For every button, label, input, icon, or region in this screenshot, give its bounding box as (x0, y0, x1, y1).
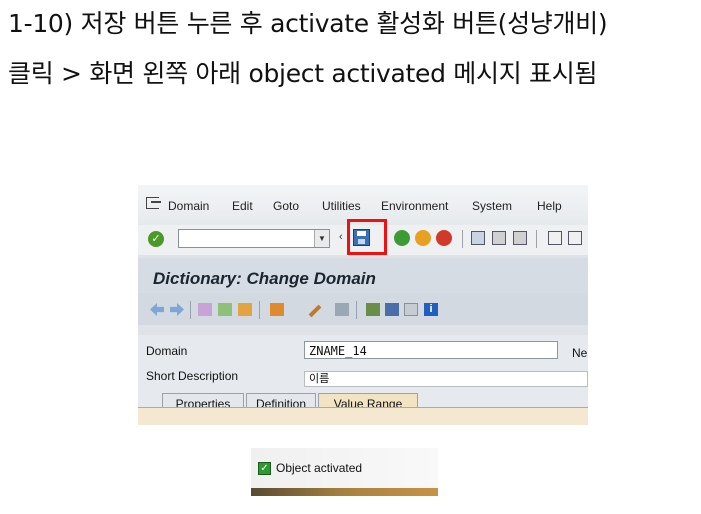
menu-help[interactable]: Help (537, 199, 562, 213)
short-description-label: Short Description (146, 369, 239, 383)
display-change-icon[interactable] (198, 303, 212, 316)
back-icon[interactable] (394, 230, 410, 246)
page-title: Dictionary: Change Domain (153, 269, 376, 288)
menu-environment[interactable]: Environment (381, 199, 448, 213)
exit-app-icon[interactable] (415, 230, 431, 246)
first-page-icon[interactable] (548, 231, 562, 245)
nav-back-icon[interactable] (150, 303, 164, 316)
activate-icon[interactable] (308, 304, 322, 318)
list-icon[interactable] (385, 303, 399, 316)
save-highlight-box (347, 219, 387, 255)
menu-edit[interactable]: Edit (232, 199, 253, 213)
menu-domain[interactable]: Domain (168, 199, 209, 213)
command-field[interactable]: ▼ (178, 229, 330, 248)
success-check-icon: ✓ (258, 462, 271, 475)
check-icon[interactable] (238, 303, 252, 316)
cancel-icon[interactable] (436, 230, 452, 246)
next-label: Ne (572, 346, 588, 360)
check-object-icon[interactable] (270, 303, 284, 316)
application-toolbar: i (138, 293, 588, 425)
caption-line-1: 1-10) 저장 버튼 누른 후 activate 활성화 버튼(성냥개비) (8, 9, 608, 38)
chevron-down-icon[interactable]: ▼ (314, 230, 329, 247)
caption-line-2: 클릭 > 화면 왼쪽 아래 object activated 메시지 표시됨 (8, 59, 598, 88)
short-description-field[interactable]: 이름 (304, 371, 588, 387)
menu-system[interactable]: System (472, 199, 512, 213)
layout-icon[interactable] (404, 303, 418, 316)
chevron-left-icon[interactable]: ‹ (339, 231, 343, 243)
separator (190, 301, 191, 319)
separator (536, 230, 537, 248)
menu-goto[interactable]: Goto (273, 199, 299, 213)
status-bar: ✓ Object activated (251, 448, 438, 496)
domain-field[interactable]: ZNAME_14 (304, 341, 558, 359)
tab-content (138, 407, 588, 425)
info-icon[interactable]: i (424, 303, 438, 316)
status-bottom-edge (251, 488, 438, 496)
separator (356, 301, 357, 319)
hierarchy-icon[interactable] (366, 303, 380, 316)
status-message[interactable]: Object activated (276, 461, 362, 475)
previous-page-icon[interactable] (568, 231, 582, 245)
separator (259, 301, 260, 319)
title-bar: Dictionary: Change Domain (138, 258, 588, 293)
sap-window: Domain Edit Goto Utilities Environment S… (138, 185, 588, 425)
find-next-icon[interactable] (513, 231, 527, 245)
print-icon[interactable] (471, 231, 485, 245)
enter-check-icon[interactable]: ✓ (148, 231, 164, 247)
exit-icon[interactable] (146, 197, 161, 209)
domain-label: Domain (146, 344, 188, 358)
nav-forward-icon[interactable] (170, 303, 184, 316)
other-object-icon[interactable] (218, 303, 232, 316)
where-used-icon[interactable] (335, 303, 349, 316)
separator (462, 230, 463, 248)
find-icon[interactable] (492, 231, 506, 245)
standard-toolbar: ✓ ▼ ‹ (138, 219, 588, 255)
menu-utilities[interactable]: Utilities (322, 199, 361, 213)
